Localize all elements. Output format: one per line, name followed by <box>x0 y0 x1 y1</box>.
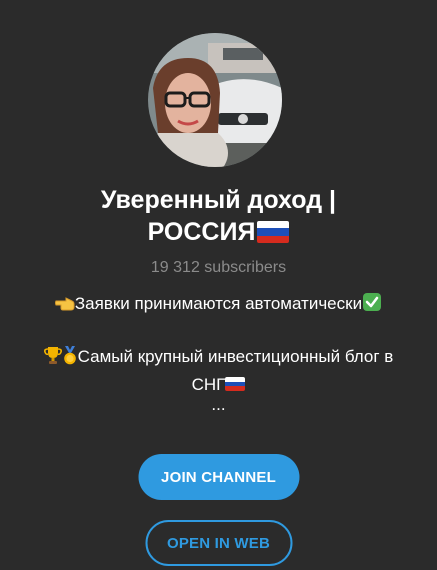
open-in-web-button[interactable]: OPEN IN WEB <box>145 520 292 566</box>
russia-flag-icon <box>225 377 246 391</box>
pointing-hand-icon <box>54 294 75 319</box>
description-line-3: СНГ <box>0 372 437 397</box>
subscriber-count: 19 312 subscribers <box>150 259 287 276</box>
description-line-1: Заявки принимаются автоматически <box>0 291 437 319</box>
gold-medal-icon <box>62 346 78 372</box>
channel-title-line2: РОССИЯ <box>147 218 256 246</box>
channel-card: Уверенный доход | РОССИЯ 19 312 subscrib… <box>0 0 437 570</box>
channel-title: Уверенный доход | РОССИЯ <box>0 184 437 248</box>
russia-flag-icon <box>257 221 290 243</box>
description-ellipsis: ... <box>211 395 226 414</box>
avatar-photo-icon <box>148 33 282 167</box>
join-channel-button[interactable]: JOIN CHANNEL <box>138 454 299 500</box>
trophy-icon <box>43 346 62 372</box>
check-mark-icon <box>362 292 382 319</box>
channel-avatar <box>148 33 282 167</box>
channel-title-line1: Уверенный доход | <box>100 186 337 214</box>
channel-description: Заявки принимаются автоматически Самый к… <box>0 291 437 413</box>
description-line-2: Самый крупный инвестиционный блог в <box>0 344 437 372</box>
